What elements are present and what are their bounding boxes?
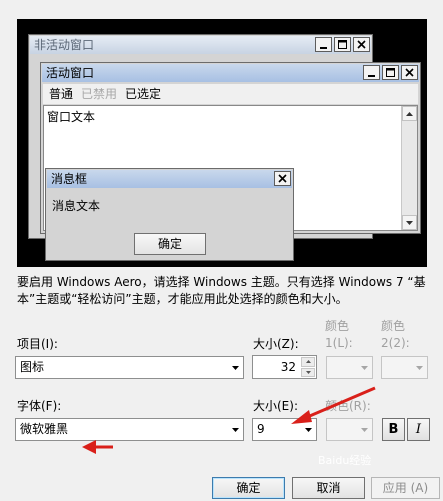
apply-button[interactable]: 应用 (A) — [371, 477, 440, 499]
cancel-button[interactable]: 取消 — [292, 477, 365, 499]
watermark: Baidu经验 — [318, 454, 372, 467]
red-arrow-icon — [82, 440, 113, 454]
red-arrow-icon — [291, 386, 376, 424]
annotation-arrows — [82, 386, 376, 454]
ok-button[interactable]: 确定 — [212, 477, 285, 499]
